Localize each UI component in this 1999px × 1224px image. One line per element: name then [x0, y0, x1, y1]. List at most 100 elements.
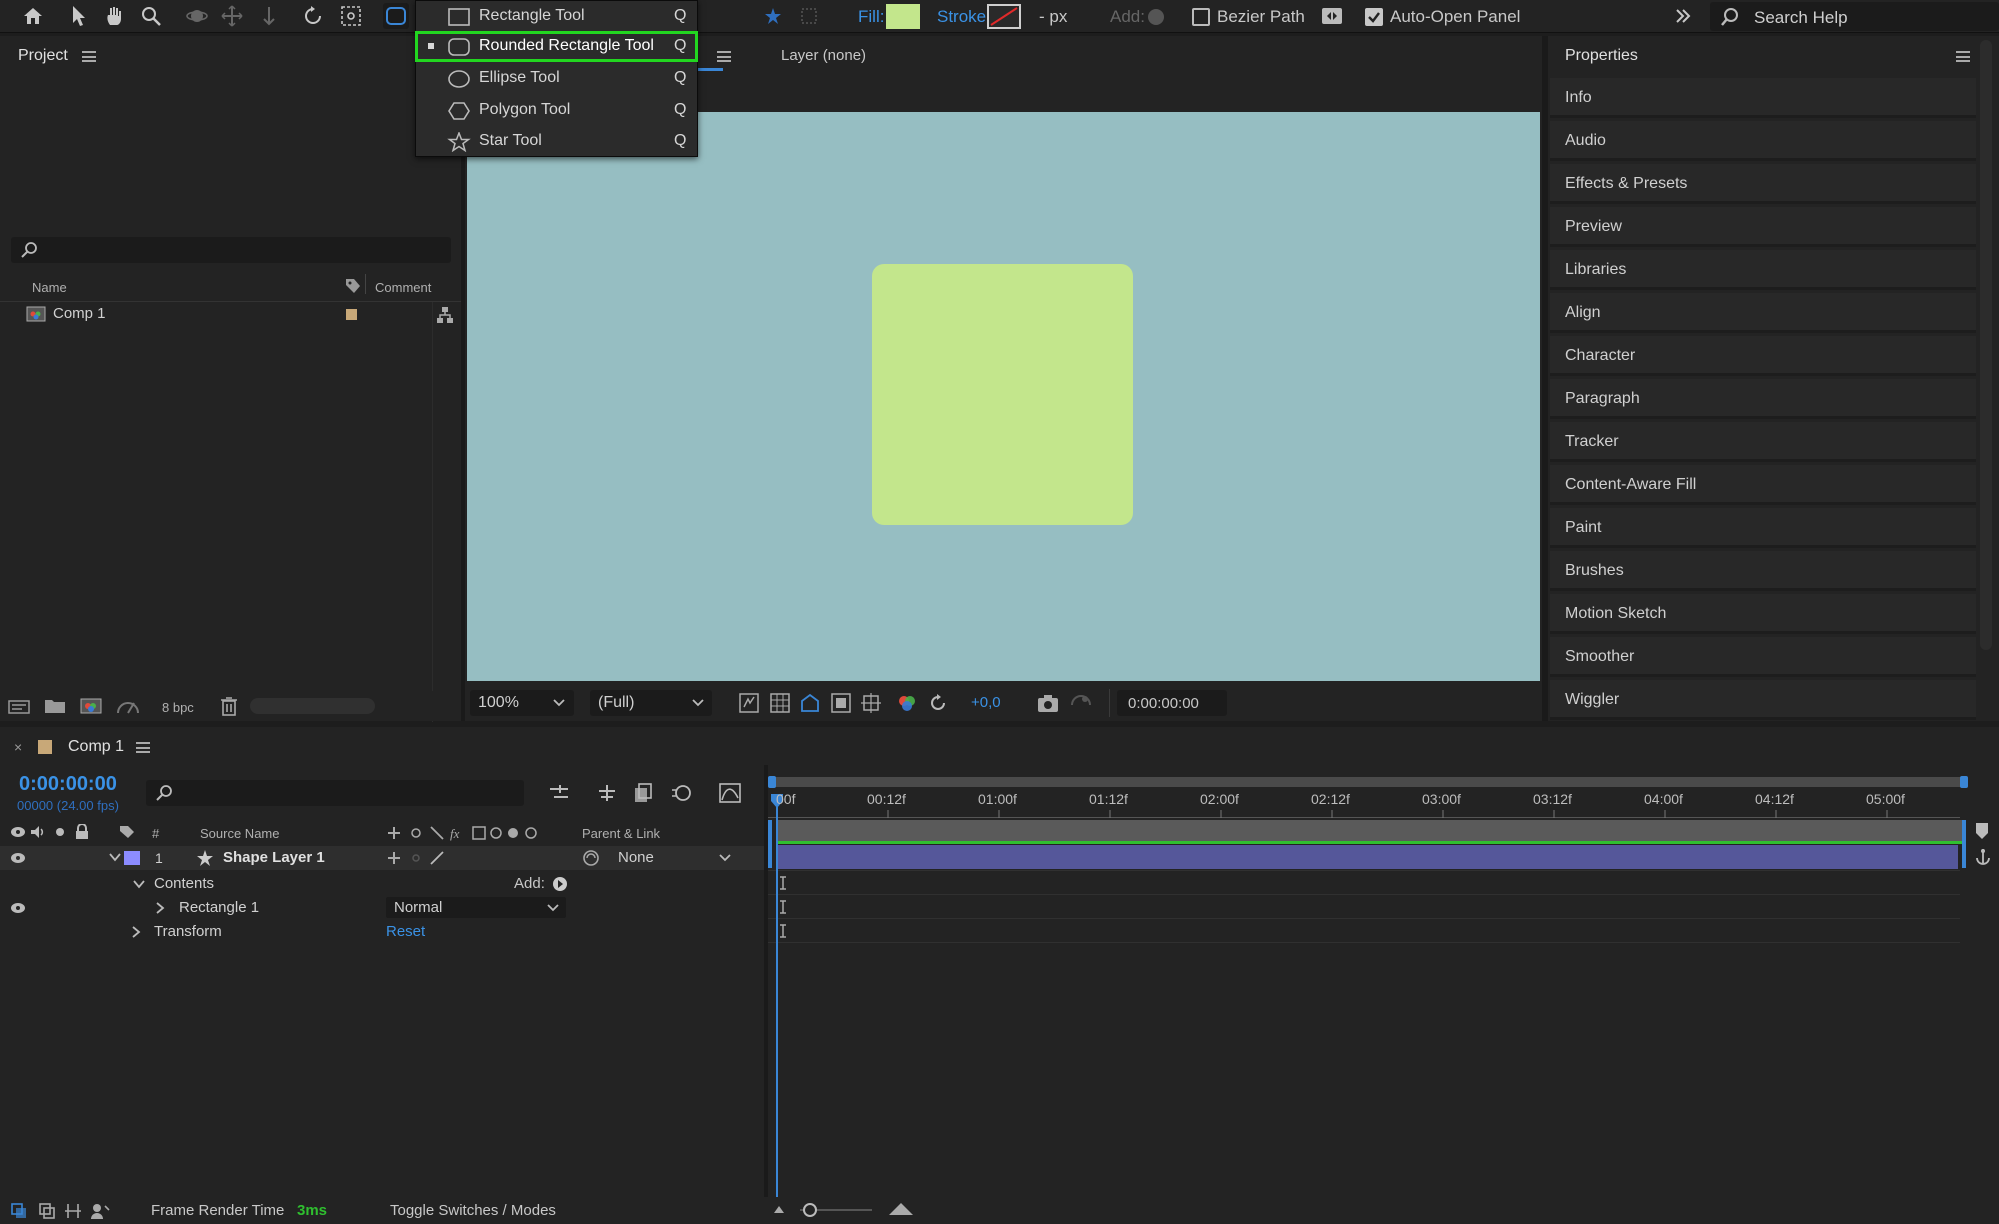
snapshot-camera-icon[interactable] [1037, 693, 1059, 713]
resolution-dropdown[interactable]: (Full) [590, 690, 712, 716]
draft-3d-icon[interactable] [596, 783, 618, 803]
current-time-display[interactable]: 0:00:00:00 [19, 773, 117, 796]
flowchart-icon[interactable] [436, 306, 454, 324]
stroke-label[interactable]: Stroke: [937, 7, 991, 27]
chevron-right-icon[interactable] [130, 926, 142, 938]
transfer-controls-icon[interactable] [38, 1202, 56, 1220]
motion-blur-icon[interactable] [670, 782, 692, 804]
rotation-tool-icon[interactable] [300, 3, 326, 29]
stroke-swatch[interactable] [987, 4, 1021, 29]
frame-blending-icon[interactable] [633, 782, 655, 804]
col-source-name-header[interactable]: Source Name [200, 826, 279, 841]
layer-name[interactable]: Shape Layer 1 [223, 849, 325, 866]
panel-item-paragraph[interactable]: Paragraph [1550, 379, 1976, 419]
project-settings-icon[interactable] [116, 697, 140, 715]
zoom-dropdown[interactable]: 100% [470, 690, 574, 716]
composition-canvas[interactable] [467, 112, 1540, 681]
pick-whip-icon[interactable] [582, 849, 600, 867]
close-tab-icon[interactable]: × [14, 739, 22, 755]
grid-guides-icon[interactable] [861, 693, 881, 713]
panel-item-wiggler[interactable]: Wiggler [1550, 680, 1976, 720]
layer-in-point[interactable] [768, 820, 772, 868]
fast-previews-icon[interactable] [739, 693, 759, 713]
solo-icon[interactable] [56, 828, 64, 836]
in-out-duration-icon[interactable] [64, 1202, 82, 1220]
panel-item-paint[interactable]: Paint [1550, 508, 1976, 548]
panel-item-smoother[interactable]: Smoother [1550, 637, 1976, 677]
orbit-camera-icon[interactable] [184, 3, 210, 29]
project-tab[interactable]: Project [18, 47, 68, 65]
chevron-down-icon[interactable] [108, 851, 122, 863]
hand-tool-icon[interactable] [102, 3, 128, 29]
exposure-value[interactable]: +0,0 [971, 694, 1001, 711]
layer-out-point[interactable] [1962, 820, 1966, 868]
zoom-in-icon[interactable] [888, 1201, 914, 1217]
col-comment-header[interactable]: Comment [375, 280, 431, 295]
transparency-grid-icon[interactable] [770, 693, 790, 713]
add-menu-icon[interactable] [1148, 9, 1164, 25]
graph-editor-icon[interactable] [718, 782, 742, 804]
panel-item-effects-presets[interactable]: Effects & Presets [1550, 164, 1976, 204]
comp-tab[interactable]: Comp 1 [68, 738, 124, 756]
menu-item-polygon-tool[interactable]: Polygon Tool Q [416, 95, 697, 125]
panel-item-brushes[interactable]: Brushes [1550, 551, 1976, 591]
label-tag-icon[interactable] [344, 277, 362, 295]
project-menu-icon[interactable] [82, 51, 96, 62]
trash-icon[interactable] [220, 696, 238, 716]
blend-mode-dropdown[interactable]: Normal [386, 897, 566, 918]
chevron-right-icon[interactable] [154, 902, 166, 914]
reset-link[interactable]: Reset [386, 923, 425, 940]
auto-open-checkbox[interactable] [1365, 8, 1383, 26]
zoom-slider-thumb[interactable] [803, 1203, 817, 1217]
shape-tool-button[interactable] [383, 3, 409, 29]
interpret-footage-icon[interactable] [8, 697, 30, 715]
zoom-out-icon[interactable] [772, 1203, 786, 1215]
anchor-icon[interactable] [1974, 847, 1992, 867]
thumbnail-scrollbar[interactable] [250, 698, 375, 714]
properties-tab[interactable]: Properties [1565, 47, 1638, 65]
viewer-menu-icon[interactable] [717, 51, 731, 62]
menu-item-ellipse-tool[interactable]: Ellipse Tool Q [416, 63, 697, 93]
layer-switches-icon[interactable] [10, 1202, 28, 1220]
chevron-down-icon[interactable] [132, 878, 146, 890]
tool-creates-mask-icon[interactable] [796, 3, 822, 29]
layer-tab[interactable]: Layer (none) [781, 47, 866, 64]
work-area-bar[interactable] [770, 777, 1966, 787]
viewer-timecode-field[interactable]: 0:00:00:00 [1117, 690, 1227, 716]
home-icon[interactable] [20, 3, 46, 29]
fill-label[interactable]: Fill: [858, 7, 884, 27]
rectangle-1-row[interactable]: Rectangle 1 Normal [0, 896, 768, 920]
panel-item-align[interactable]: Align [1550, 293, 1976, 333]
render-time-icon[interactable] [90, 1202, 110, 1220]
menu-item-star-tool[interactable]: Star Tool Q [416, 126, 697, 156]
menu-item-rounded-rectangle-tool[interactable]: Rounded Rectangle Tool Q [415, 31, 698, 62]
col-name-header[interactable]: Name [32, 280, 67, 295]
playhead-line[interactable] [776, 795, 778, 1197]
color-channels-icon[interactable] [897, 693, 917, 713]
reset-exposure-icon[interactable] [928, 693, 948, 713]
anchor-point-tool-icon[interactable] [338, 3, 364, 29]
new-folder-icon[interactable] [44, 697, 66, 715]
toggle-switches-modes-button[interactable]: Toggle Switches / Modes [390, 1202, 556, 1219]
contents-row[interactable]: Contents Add: [0, 872, 768, 896]
panel-item-audio[interactable]: Audio [1550, 121, 1976, 161]
zoom-tool-icon[interactable] [138, 3, 164, 29]
selection-tool-icon[interactable] [66, 3, 92, 29]
mask-visibility-icon[interactable] [800, 693, 820, 713]
panel-item-info[interactable]: Info [1550, 78, 1976, 118]
layer-row-shape-layer-1[interactable]: 1 Shape Layer 1 None [0, 846, 768, 870]
timeline-search-input[interactable] [146, 780, 524, 806]
fill-swatch[interactable] [886, 4, 920, 29]
menu-item-rectangle-tool[interactable]: Rectangle Tool Q [416, 1, 697, 31]
properties-menu-icon[interactable] [1956, 51, 1970, 62]
layer-visibility-icon[interactable] [10, 852, 26, 864]
stroke-width-value[interactable]: - px [1039, 7, 1067, 27]
lock-icon[interactable] [75, 824, 89, 840]
expand-chevron-icon[interactable] [1670, 3, 1696, 29]
panel-item-tracker[interactable]: Tracker [1550, 422, 1976, 462]
timeline-menu-icon[interactable] [136, 742, 150, 753]
add-play-icon[interactable] [552, 876, 568, 892]
panel-item-preview[interactable]: Preview [1550, 207, 1976, 247]
video-visibility-icon[interactable] [10, 826, 26, 838]
parent-dropdown[interactable]: None [609, 848, 737, 868]
